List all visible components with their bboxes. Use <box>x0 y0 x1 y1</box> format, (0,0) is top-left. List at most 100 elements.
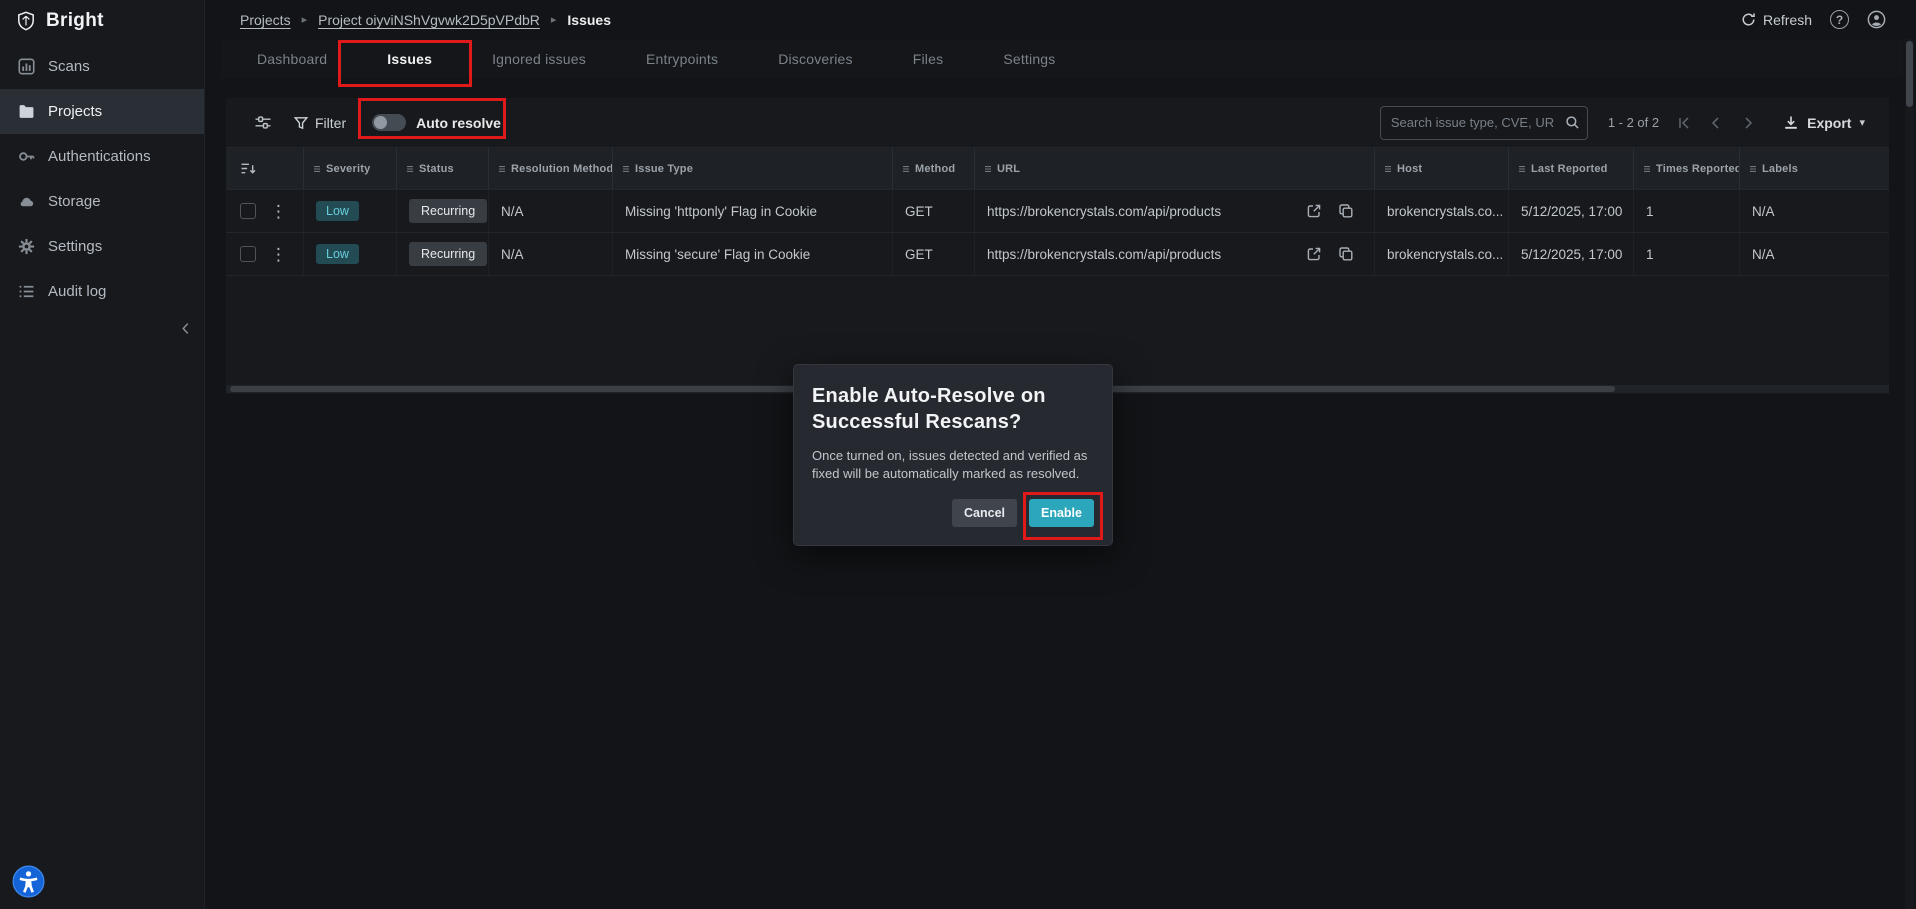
issues-toolbar: Filter Auto resolve 1 - 2 of 2 <box>226 98 1889 147</box>
issue-search <box>1379 105 1588 140</box>
kebab-menu-icon[interactable]: ⋮ <box>270 203 287 220</box>
key-icon <box>18 148 35 165</box>
col-header-label: URL <box>997 162 1021 175</box>
col-header-label: Resolution Method <box>511 162 613 175</box>
col-header-url[interactable]: URL <box>975 148 1375 189</box>
tab-ignored-issues[interactable]: Ignored issues <box>492 51 586 67</box>
tab-issues[interactable]: Issues <box>387 51 432 67</box>
severity-badge: Low <box>316 244 359 264</box>
status-chip[interactable]: Recurring <box>409 242 488 266</box>
breadcrumb-projects-link[interactable]: Projects <box>240 12 291 28</box>
auto-resolve-toggle[interactable] <box>372 114 407 131</box>
sidebar-nav: Scans Projects Authentications Storage S… <box>0 44 204 314</box>
breadcrumb-project-link[interactable]: Project oiyviNShVgvwk2D5pVPdbR <box>318 12 540 28</box>
sidebar-item-audit-log[interactable]: Audit log <box>0 269 204 314</box>
breadcrumb-separator-icon: ▸ <box>301 14 308 26</box>
export-button[interactable]: Export ▾ <box>1783 115 1865 131</box>
resolution-method-cell: N/A <box>489 190 613 232</box>
tab-discoveries[interactable]: Discoveries <box>778 51 853 67</box>
sidebar-item-label: Scans <box>48 58 90 75</box>
copy-icon[interactable] <box>1338 246 1354 262</box>
sort-rows-icon[interactable] <box>226 148 304 189</box>
column-menu-icon <box>406 165 414 173</box>
help-icon[interactable]: ? <box>1830 10 1849 29</box>
col-header-severity[interactable]: Severity <box>304 148 397 189</box>
filter-button[interactable]: Filter <box>294 115 346 131</box>
first-page-icon[interactable] <box>1677 116 1691 130</box>
col-header-times-reported[interactable]: Times Reported <box>1634 148 1740 189</box>
auto-resolve-label: Auto resolve <box>416 114 501 131</box>
auto-resolve-dialog: Enable Auto-Resolve on Successful Rescan… <box>793 364 1113 546</box>
sidebar-item-storage[interactable]: Storage <box>0 179 204 224</box>
row-checkbox[interactable] <box>240 246 256 262</box>
col-header-label: Method <box>915 162 956 175</box>
column-menu-icon <box>498 165 506 173</box>
labels-cell: N/A <box>1752 246 1775 262</box>
cloud-icon <box>18 193 35 210</box>
toggle-knob <box>374 116 388 129</box>
tab-settings[interactable]: Settings <box>1003 51 1055 67</box>
search-input[interactable] <box>1379 105 1588 140</box>
col-header-resolution-method[interactable]: Resolution Method <box>489 148 613 189</box>
sidebar-item-authentications[interactable]: Authentications <box>0 134 204 179</box>
column-menu-icon <box>984 165 992 173</box>
sidebar-item-label: Settings <box>48 238 103 255</box>
refresh-icon <box>1741 12 1756 27</box>
table-header: Severity Status Resolution Method Issue … <box>226 147 1889 190</box>
col-header-last-reported[interactable]: Last Reported <box>1509 148 1634 189</box>
sidebar-collapse-chevron-icon[interactable] <box>181 322 190 335</box>
sidebar-item-label: Authentications <box>48 148 151 165</box>
tab-entrypoints[interactable]: Entrypoints <box>646 51 718 67</box>
col-header-labels[interactable]: Labels <box>1740 148 1889 189</box>
sidebar-item-scans[interactable]: Scans <box>0 44 204 89</box>
cancel-button[interactable]: Cancel <box>952 499 1017 527</box>
external-link-icon[interactable] <box>1306 203 1322 219</box>
filter-icon <box>294 116 308 130</box>
user-account-icon[interactable] <box>1867 10 1886 29</box>
col-header-method[interactable]: Method <box>893 148 975 189</box>
tab-dashboard[interactable]: Dashboard <box>257 51 327 67</box>
sidebar-item-label: Audit log <box>48 283 107 300</box>
refresh-button[interactable]: Refresh <box>1741 12 1812 28</box>
host-cell: brokencrystals.co... <box>1375 233 1509 275</box>
col-header-status[interactable]: Status <box>397 148 489 189</box>
external-link-icon[interactable] <box>1306 246 1322 262</box>
status-chip[interactable]: Recurring <box>409 199 488 223</box>
copy-icon[interactable] <box>1338 203 1354 219</box>
dialog-body: Once turned on, issues detected and veri… <box>812 448 1088 481</box>
chevron-down-icon: ▾ <box>1859 117 1865 129</box>
pagination-range: 1 - 2 of 2 <box>1607 115 1660 130</box>
export-label: Export <box>1807 114 1852 131</box>
sidebar-item-settings[interactable]: Settings <box>0 224 204 269</box>
search-icon[interactable] <box>1565 115 1580 130</box>
row-checkbox[interactable] <box>240 203 256 219</box>
sidebar-item-projects[interactable]: Projects <box>0 89 204 134</box>
breadcrumb-current: Issues <box>567 11 611 28</box>
col-header-label: Labels <box>1762 162 1799 175</box>
breadcrumb-separator-icon: ▸ <box>550 14 557 26</box>
refresh-label: Refresh <box>1762 11 1812 28</box>
last-reported-cell: 5/12/2025, 17:00 <box>1509 233 1634 275</box>
project-tabs: Dashboard Issues Ignored issues Entrypoi… <box>221 39 1903 78</box>
kebab-menu-icon[interactable]: ⋮ <box>270 246 287 263</box>
column-menu-icon <box>1749 165 1757 173</box>
col-header-host[interactable]: Host <box>1375 148 1509 189</box>
col-header-label: Severity <box>326 162 371 175</box>
enable-button[interactable]: Enable <box>1029 499 1094 527</box>
brand: Bright <box>0 0 204 42</box>
next-page-icon[interactable] <box>1741 116 1755 130</box>
prev-page-icon[interactable] <box>1709 116 1723 130</box>
accessibility-widget-icon[interactable] <box>12 865 45 898</box>
toolbar-right: 1 - 2 of 2 Export ▾ <box>1379 105 1865 140</box>
method-cell: GET <box>893 233 975 275</box>
sidebar-item-label: Storage <box>48 193 101 210</box>
column-settings-icon[interactable] <box>254 115 272 130</box>
vertical-scrollbar[interactable] <box>1905 39 1914 909</box>
issue-type-cell: Missing 'secure' Flag in Cookie <box>613 233 893 275</box>
filter-label: Filter <box>315 114 347 131</box>
vertical-scrollbar-thumb[interactable] <box>1906 41 1913 107</box>
tab-files[interactable]: Files <box>913 51 944 67</box>
col-header-issue-type[interactable]: Issue Type <box>613 148 893 189</box>
column-menu-icon <box>622 165 630 173</box>
method-cell: GET <box>893 190 975 232</box>
